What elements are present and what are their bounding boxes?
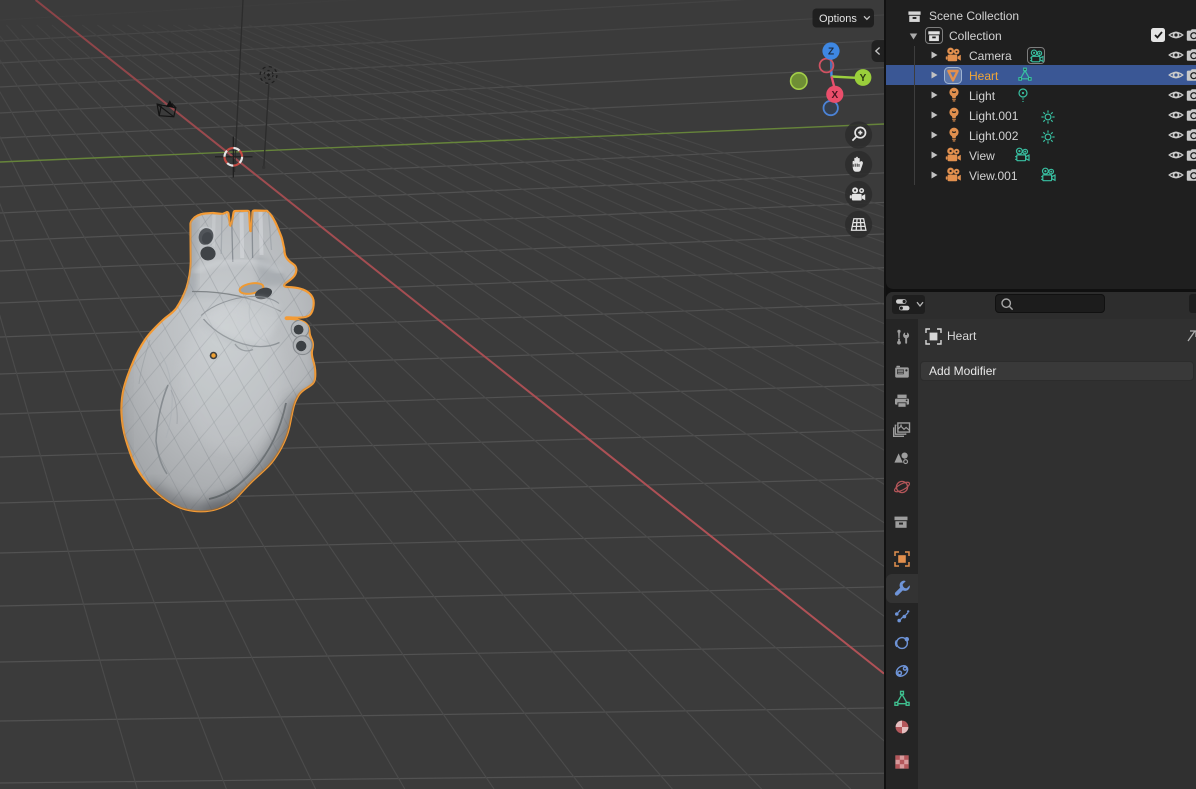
svg-text:Options: Options — [819, 13, 857, 25]
svg-text:Z: Z — [828, 47, 834, 58]
svg-text:Y: Y — [860, 73, 867, 84]
svg-text:X: X — [831, 90, 838, 101]
